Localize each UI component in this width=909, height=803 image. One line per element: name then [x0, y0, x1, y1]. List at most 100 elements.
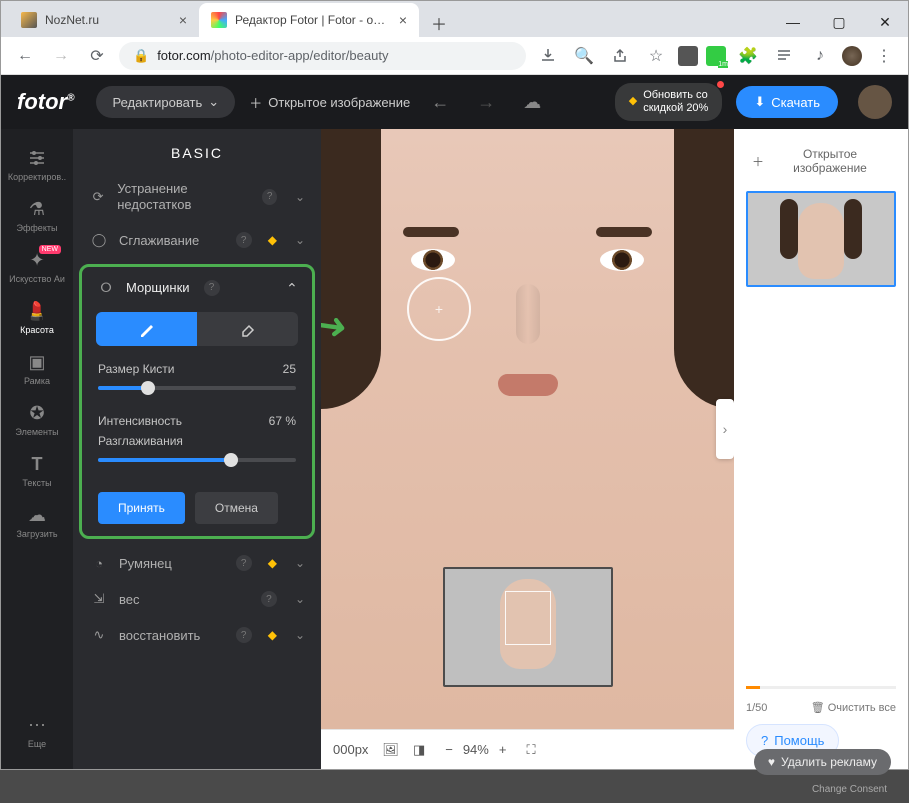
right-panel-toggle[interactable]: ›: [716, 399, 734, 459]
help-icon[interactable]: ?: [204, 280, 220, 296]
image-icon[interactable]: 🖼: [382, 742, 399, 758]
ext-green-icon[interactable]: 1m: [706, 46, 726, 66]
menu-icon[interactable]: ⋮: [870, 42, 898, 70]
open-image-button[interactable]: ＋Открытое изображение: [249, 93, 410, 112]
install-icon[interactable]: [534, 42, 562, 70]
minimize-button[interactable]: —: [770, 7, 816, 37]
rail-elements[interactable]: ✪Элементы: [1, 394, 73, 445]
timeline-track[interactable]: [746, 686, 896, 689]
canvas-image[interactable]: + ➜ ›: [321, 129, 734, 729]
blemish-icon: ⟳: [89, 189, 107, 205]
image-thumbnail[interactable]: [746, 191, 896, 287]
smooth-icon: ◯: [89, 232, 109, 248]
cloud-button[interactable]: ☁: [516, 86, 548, 118]
right-panel: ＋Открытое изображение 1/50 🗑 Очистить вс…: [734, 129, 908, 769]
url-field[interactable]: 🔒 fotor.com/photo-editor-app/editor/beau…: [119, 42, 526, 70]
chevron-down-icon: ⌄: [208, 94, 219, 110]
rail-frame[interactable]: ▣Рамка: [1, 343, 73, 394]
plus-icon: +: [435, 301, 443, 317]
maximize-button[interactable]: ▢: [816, 7, 862, 37]
beauty-panel: BASIC ⟳ Устранение недостатков ? ⌄ ◯ Сгл…: [73, 129, 321, 769]
help-icon[interactable]: ?: [236, 232, 252, 248]
edit-dropdown[interactable]: Редактировать⌄: [96, 86, 235, 118]
fotor-logo[interactable]: fotor®: [17, 89, 74, 115]
close-icon[interactable]: ×: [179, 12, 187, 28]
diamond-icon: ◆: [268, 233, 277, 247]
intensity-slider[interactable]: [98, 458, 296, 462]
open-image-right[interactable]: ＋Открытое изображение: [746, 141, 896, 181]
brush-size-slider[interactable]: [98, 386, 296, 390]
zoom-value: 94%: [463, 742, 489, 757]
help-icon[interactable]: ?: [261, 591, 277, 607]
question-icon: ?: [761, 733, 768, 748]
extensions-icon[interactable]: 🧩: [734, 42, 762, 70]
sliders-icon: [26, 147, 48, 169]
rail-ai[interactable]: NEW✦Искусство Аи: [1, 241, 73, 292]
close-icon[interactable]: ×: [399, 12, 407, 28]
lock-icon: 🔒: [133, 48, 149, 64]
redo-button[interactable]: →: [470, 86, 502, 118]
cancel-button[interactable]: Отмена: [195, 492, 278, 524]
navigator-preview[interactable]: [443, 567, 613, 687]
apply-button[interactable]: Принять: [98, 492, 185, 524]
intensity-label: Интенсивность: [98, 414, 182, 428]
rail-texts[interactable]: TТексты: [1, 445, 73, 496]
change-consent-link[interactable]: Change Consent: [812, 784, 887, 795]
blush-icon: ◔: [89, 556, 109, 571]
tool-weight[interactable]: ⇲ вес ? ⌄: [73, 581, 321, 617]
tool-restore[interactable]: ∿ восстановить ? ◆ ⌄: [73, 617, 321, 653]
weight-icon: ⇲: [89, 591, 109, 607]
tool-smooth[interactable]: ◯ Сглаживание ? ◆ ⌄: [73, 222, 321, 258]
tab-noznet[interactable]: NozNet.ru ×: [9, 3, 199, 37]
close-window-button[interactable]: ✕: [862, 7, 908, 37]
user-avatar[interactable]: [858, 85, 892, 119]
upgrade-button[interactable]: ◆ Обновить соскидкой 20%: [615, 83, 723, 121]
clear-all-button[interactable]: 🗑 Очистить все: [811, 701, 896, 714]
brush-erase[interactable]: [197, 312, 298, 346]
chevron-down-icon: ⌄: [295, 233, 305, 247]
ext-lastfm-icon[interactable]: [678, 46, 698, 66]
back-button[interactable]: ←: [11, 42, 39, 70]
music-icon[interactable]: ♪: [806, 42, 834, 70]
star-icon[interactable]: ☆: [642, 42, 670, 70]
remove-ads-button[interactable]: ♥Удалить рекламу: [754, 749, 891, 775]
tab-fotor[interactable]: Редактор Fotor | Fotor - онлай ×: [199, 3, 419, 37]
rail-more[interactable]: ⋯Еще: [1, 706, 73, 757]
tool-blush[interactable]: ◔ Румянец ? ◆ ⌄: [73, 545, 321, 581]
new-badge: NEW: [39, 245, 61, 254]
fotor-favicon: [211, 12, 227, 28]
reading-list-icon[interactable]: [770, 42, 798, 70]
tab-label: Редактор Fotor | Fotor - онлай: [235, 13, 391, 27]
download-button[interactable]: ⬇Скачать: [736, 86, 838, 118]
wrinkles-header[interactable]: ⵔ Морщинки ? ⌄: [82, 267, 312, 308]
canvas-dims: 000px: [333, 742, 368, 757]
url-path: /photo-editor-app/editor/beauty: [211, 48, 389, 63]
smoothing-label: Разглаживания: [98, 434, 183, 448]
diamond-icon: ◆: [629, 95, 637, 108]
restore-icon: ∿: [89, 627, 109, 643]
help-icon[interactable]: ?: [236, 627, 252, 643]
rail-adjust[interactable]: Корректиров..: [1, 139, 73, 190]
zoom-out-button[interactable]: −: [445, 742, 453, 757]
new-tab-button[interactable]: ＋: [425, 9, 453, 37]
share-icon[interactable]: [606, 42, 634, 70]
zoom-icon[interactable]: 🔍: [570, 42, 598, 70]
brush-mode-toggle: [96, 312, 298, 346]
rail-beauty[interactable]: 💄Красота: [1, 292, 73, 343]
reload-button[interactable]: ⟳: [83, 42, 111, 70]
profile-avatar[interactable]: [842, 46, 862, 66]
rail-effects[interactable]: ⚗Эффекты: [1, 190, 73, 241]
zoom-in-button[interactable]: +: [499, 742, 507, 757]
brush-draw[interactable]: [96, 312, 197, 346]
viewport-rect[interactable]: [505, 591, 551, 645]
fit-icon[interactable]: ⛶: [526, 742, 535, 758]
compare-icon[interactable]: ◨: [413, 742, 425, 758]
wrinkle-icon: ⵔ: [96, 280, 116, 296]
forward-button[interactable]: →: [47, 42, 75, 70]
help-icon[interactable]: ?: [262, 189, 277, 205]
rail-upload[interactable]: ☁Загрузить: [1, 496, 73, 547]
help-icon[interactable]: ?: [236, 555, 252, 571]
tool-blemish[interactable]: ⟳ Устранение недостатков ? ⌄: [73, 171, 321, 222]
text-icon: T: [26, 453, 48, 475]
undo-button[interactable]: ←: [424, 86, 456, 118]
